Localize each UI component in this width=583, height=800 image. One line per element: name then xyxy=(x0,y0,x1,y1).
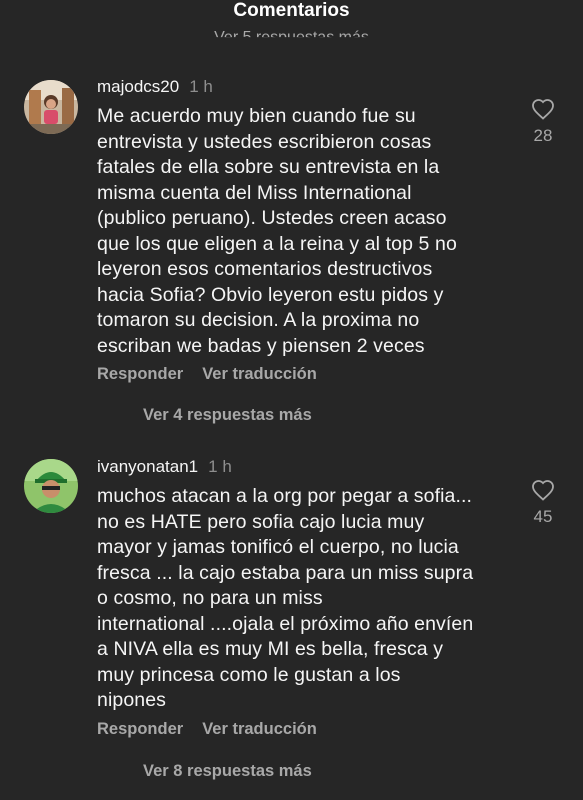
comment-actions: Responder Ver traducción xyxy=(97,720,336,739)
view-replies-button[interactable]: Ver 4 respuestas más xyxy=(143,406,312,425)
page-title: Comentarios xyxy=(233,0,350,21)
comment-header: majodcs20 1 h xyxy=(97,77,213,97)
comment-header: ivanyonatan1 1 h xyxy=(97,457,232,477)
comment-text: Me acuerdo muy bien cuando fue su entrev… xyxy=(97,105,457,357)
timestamp: 1 h xyxy=(189,77,213,96)
translate-button[interactable]: Ver traducción xyxy=(202,720,317,738)
like-button[interactable]: 28 xyxy=(526,98,560,146)
heart-outline-icon xyxy=(532,99,554,120)
username[interactable]: majodcs20 xyxy=(97,77,179,96)
heart-outline-icon xyxy=(532,480,554,501)
like-button[interactable]: 45 xyxy=(526,479,560,527)
view-replies-button[interactable]: Ver 8 respuestas más xyxy=(143,762,312,781)
comment-text: muchos atacan a la org por pegar a sofia… xyxy=(97,485,474,711)
comment-actions: Responder Ver traducción xyxy=(97,365,336,384)
previous-replies-label: Ver 5 respuestas más xyxy=(214,29,369,42)
reply-button[interactable]: Responder xyxy=(97,365,183,383)
username[interactable]: ivanyonatan1 xyxy=(97,457,198,476)
avatar[interactable] xyxy=(24,459,78,513)
like-count: 28 xyxy=(533,126,553,145)
translate-button[interactable]: Ver traducción xyxy=(202,365,317,383)
reply-button[interactable]: Responder xyxy=(97,720,183,738)
previous-replies-link[interactable]: Ver 5 respuestas más xyxy=(0,26,583,42)
timestamp: 1 h xyxy=(208,457,232,476)
avatar[interactable] xyxy=(24,80,78,134)
like-count: 45 xyxy=(533,507,553,526)
